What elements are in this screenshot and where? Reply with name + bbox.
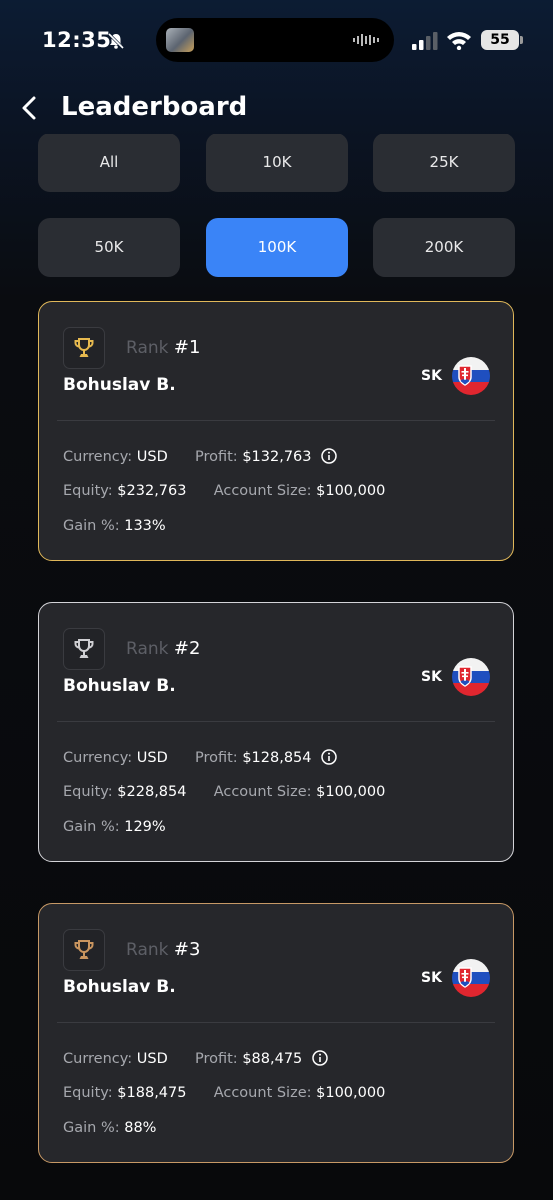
status-bar: 12:35 55 <box>0 0 553 80</box>
audio-wave-icon <box>353 34 379 46</box>
trophy-badge <box>63 929 105 971</box>
stats-row: Currency: USD Profit: $88,475 <box>63 1050 328 1067</box>
filter-chip-10k[interactable]: 10K <box>206 134 348 192</box>
filter-chip-all[interactable]: All <box>38 134 180 192</box>
rank-number: #3 <box>173 939 201 960</box>
filter-chip-100k[interactable]: 100K <box>206 218 348 277</box>
info-icon[interactable] <box>312 1050 328 1066</box>
stats-row: Gain %: 129% <box>63 819 166 835</box>
battery-indicator: 55 <box>481 30 519 50</box>
filter-chip-25k[interactable]: 25K <box>373 134 515 192</box>
rank-number: #2 <box>173 638 201 659</box>
stats-row: Gain %: 133% <box>63 518 166 534</box>
cellular-signal-icon <box>412 32 438 50</box>
country-code: SK <box>421 669 442 685</box>
equity-value: $188,475 <box>117 1085 187 1101</box>
filter-chip-50k[interactable]: 50K <box>38 218 180 277</box>
account-size-value: $100,000 <box>316 784 386 800</box>
trophy-icon <box>74 639 94 658</box>
currency-value: USD <box>136 750 168 766</box>
status-time: 12:35 <box>42 28 112 52</box>
trophy-icon <box>74 338 94 357</box>
trader-name: Bohuslav B. <box>63 375 176 395</box>
slovakia-flag-icon <box>452 357 490 395</box>
rank-text: Rank #3 <box>126 939 201 960</box>
gain-value: 133% <box>124 518 166 534</box>
trader-name: Bohuslav B. <box>63 977 176 997</box>
card-divider <box>57 420 495 421</box>
trader-name: Bohuslav B. <box>63 676 176 696</box>
bell-muted-icon <box>107 32 125 50</box>
currency-value: USD <box>136 449 168 465</box>
stats-row: Gain %: 88% <box>63 1120 157 1136</box>
country-code: SK <box>421 970 442 986</box>
stats-row: Equity: $188,475 Account Size: $100,000 <box>63 1085 386 1101</box>
filter-chip-200k[interactable]: 200K <box>373 218 515 277</box>
currency-value: USD <box>136 1051 168 1067</box>
wifi-icon <box>447 32 471 50</box>
back-chevron-icon[interactable] <box>18 94 44 122</box>
rank-number: #1 <box>173 337 201 358</box>
equity-value: $228,854 <box>117 784 187 800</box>
leaderboard-card[interactable]: Rank #3 Bohuslav B. SK Currency: USD Pro… <box>38 903 514 1163</box>
dynamic-island[interactable] <box>156 18 394 62</box>
leaderboard-card[interactable]: Rank #1 Bohuslav B. SK Currency: USD Pro… <box>38 301 514 561</box>
leaderboard-card[interactable]: Rank #2 Bohuslav B. SK Currency: USD Pro… <box>38 602 514 862</box>
profit-value: $128,854 <box>242 750 312 766</box>
info-icon[interactable] <box>321 448 337 464</box>
equity-value: $232,763 <box>117 483 187 499</box>
page-title: Leaderboard <box>61 92 248 122</box>
info-icon[interactable] <box>321 749 337 765</box>
battery-nub <box>520 36 523 44</box>
page-header: Leaderboard <box>0 86 553 132</box>
account-size-value: $100,000 <box>316 1085 386 1101</box>
stats-row: Equity: $228,854 Account Size: $100,000 <box>63 784 386 800</box>
gain-value: 88% <box>124 1120 157 1136</box>
stats-row: Equity: $232,763 Account Size: $100,000 <box>63 483 386 499</box>
stats-row: Currency: USD Profit: $132,763 <box>63 448 337 465</box>
trophy-icon <box>74 940 94 959</box>
card-divider <box>57 721 495 722</box>
stats-row: Currency: USD Profit: $128,854 <box>63 749 337 766</box>
now-playing-thumbnail <box>166 28 194 52</box>
rank-text: Rank #2 <box>126 638 201 659</box>
profit-value: $132,763 <box>242 449 312 465</box>
profit-value: $88,475 <box>242 1051 303 1067</box>
account-size-filter: All 10K 25K 50K 100K 200K <box>38 134 516 284</box>
rank-text: Rank #1 <box>126 337 201 358</box>
slovakia-flag-icon <box>452 959 490 997</box>
card-divider <box>57 1022 495 1023</box>
slovakia-flag-icon <box>452 658 490 696</box>
country-code: SK <box>421 368 442 384</box>
trophy-badge <box>63 327 105 369</box>
trophy-badge <box>63 628 105 670</box>
account-size-value: $100,000 <box>316 483 386 499</box>
gain-value: 129% <box>124 819 166 835</box>
